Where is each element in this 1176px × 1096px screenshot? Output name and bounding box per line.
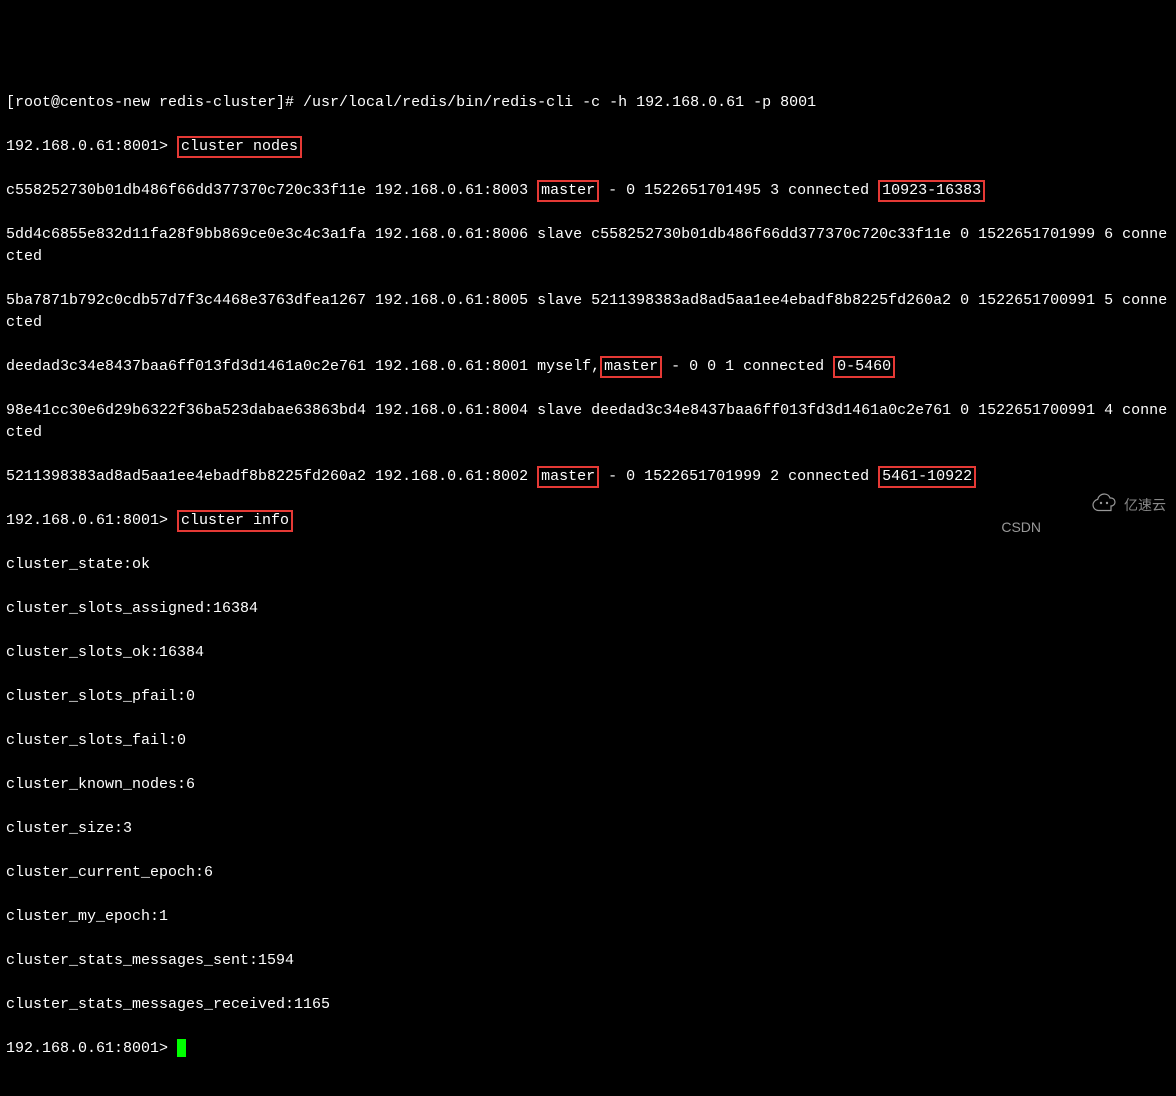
csdn-watermark: CSDN	[1001, 516, 1041, 538]
node-output-1: c558252730b01db486f66dd377370c720c33f11e…	[6, 180, 1170, 202]
command-line: [root@centos-new redis-cluster]# /usr/lo…	[6, 92, 1170, 114]
cluster-nodes-command: cluster nodes	[177, 136, 302, 158]
node-output-5: 98e41cc30e6d29b6322f36ba523dabae63863bd4…	[6, 400, 1170, 444]
info-slots-ok: cluster_slots_ok:16384	[6, 642, 1170, 664]
node-output-4: deedad3c34e8437baa6ff013fd3d1461a0c2e761…	[6, 356, 1170, 378]
node4-mid: - 0 0 1 connected	[662, 358, 833, 375]
prompt-line-3[interactable]: 192.168.0.61:8001>	[6, 1038, 1170, 1060]
slots-range-3: 5461-10922	[878, 466, 976, 488]
info-my-epoch: cluster_my_epoch:1	[6, 906, 1170, 928]
node-output-3: 5ba7871b792c0cdb57d7f3c4468e3763dfea1267…	[6, 290, 1170, 334]
info-slots-pfail: cluster_slots_pfail:0	[6, 686, 1170, 708]
node-output-2: 5dd4c6855e832d11fa28f9bb869ce0e3c4c3a1fa…	[6, 224, 1170, 268]
prompt-text-2: 192.168.0.61:8001>	[6, 512, 177, 529]
cloud-icon	[1072, 470, 1118, 540]
info-size: cluster_size:3	[6, 818, 1170, 840]
master-badge-2: master	[600, 356, 662, 378]
prompt-text-3: 192.168.0.61:8001>	[6, 1040, 177, 1057]
slots-range-2: 0-5460	[833, 356, 895, 378]
info-state: cluster_state:ok	[6, 554, 1170, 576]
info-known-nodes: cluster_known_nodes:6	[6, 774, 1170, 796]
node1-mid: - 0 1522651701495 3 connected	[599, 182, 878, 199]
info-slots-assigned: cluster_slots_assigned:16384	[6, 598, 1170, 620]
prompt-line-2: 192.168.0.61:8001> cluster info	[6, 510, 1170, 532]
watermark: 亿速云	[1072, 470, 1166, 540]
info-current-epoch: cluster_current_epoch:6	[6, 862, 1170, 884]
node6-prefix: 5211398383ad8ad5aa1ee4ebadf8b8225fd260a2…	[6, 468, 537, 485]
cursor-icon	[177, 1039, 186, 1057]
slots-range-1: 10923-16383	[878, 180, 985, 202]
info-msg-received: cluster_stats_messages_received:1165	[6, 994, 1170, 1016]
cluster-info-command: cluster info	[177, 510, 293, 532]
info-slots-fail: cluster_slots_fail:0	[6, 730, 1170, 752]
node6-mid: - 0 1522651701999 2 connected	[599, 468, 878, 485]
master-badge-3: master	[537, 466, 599, 488]
node1-prefix: c558252730b01db486f66dd377370c720c33f11e…	[6, 182, 537, 199]
watermark-text: 亿速云	[1124, 494, 1166, 516]
info-msg-sent: cluster_stats_messages_sent:1594	[6, 950, 1170, 972]
node-output-6: 5211398383ad8ad5aa1ee4ebadf8b8225fd260a2…	[6, 466, 1170, 488]
prompt-line-1: 192.168.0.61:8001> cluster nodes	[6, 136, 1170, 158]
node4-prefix: deedad3c34e8437baa6ff013fd3d1461a0c2e761…	[6, 358, 600, 375]
master-badge-1: master	[537, 180, 599, 202]
prompt-text: 192.168.0.61:8001>	[6, 138, 177, 155]
